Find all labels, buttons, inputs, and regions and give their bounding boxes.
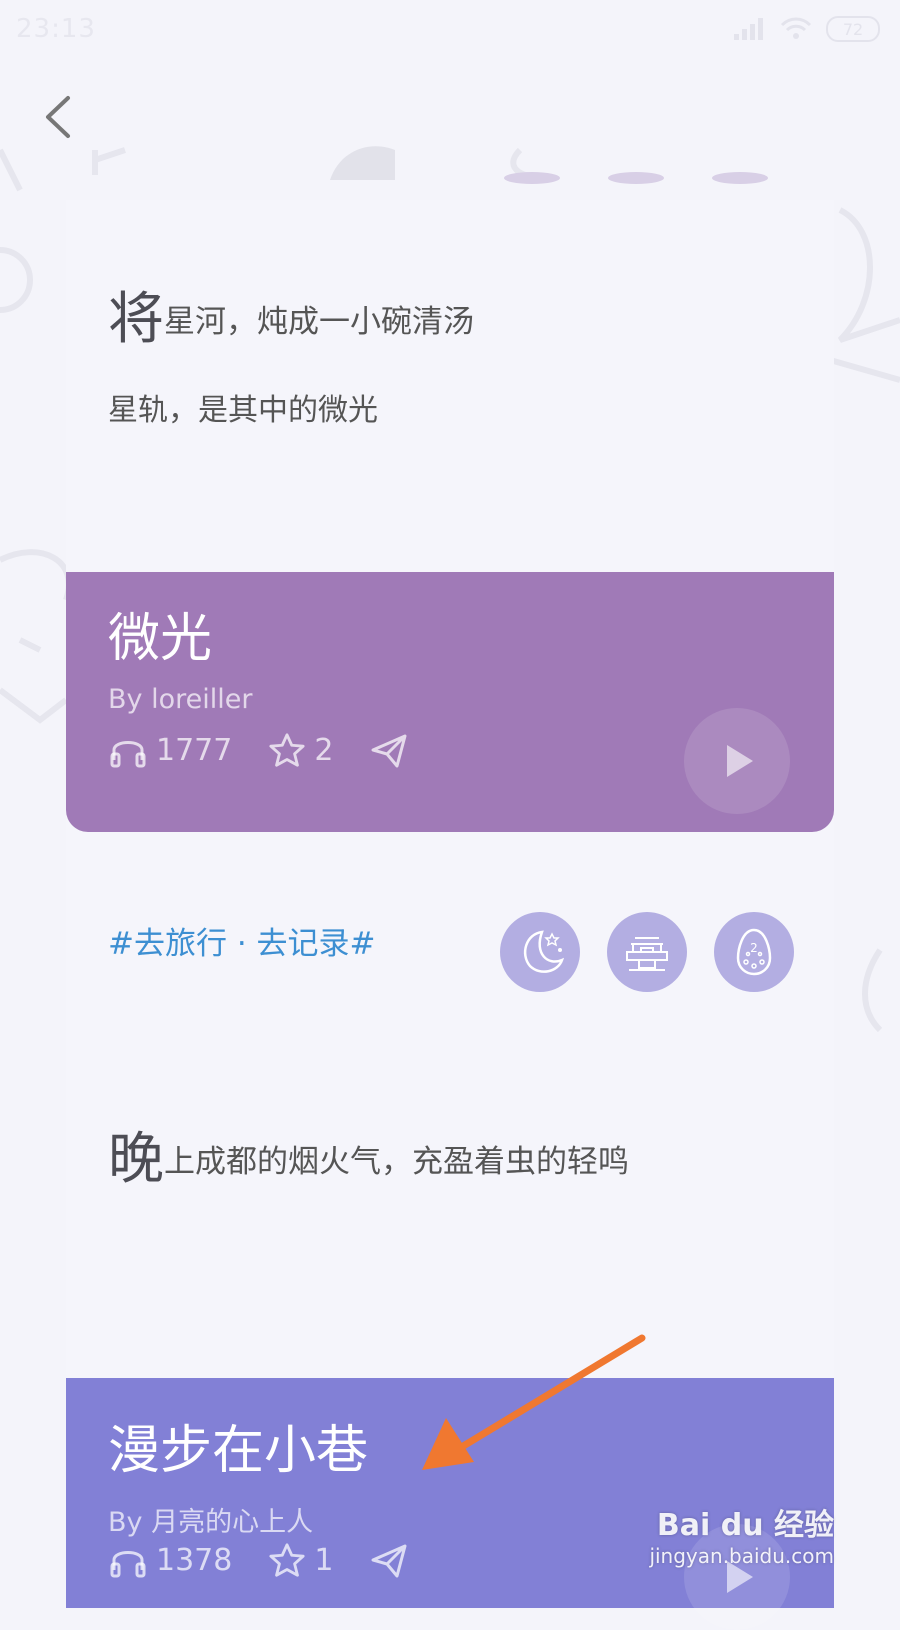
play-button[interactable] xyxy=(684,708,790,814)
track-stats: 1378 1 xyxy=(108,1540,409,1580)
headphones-icon xyxy=(110,1551,146,1578)
listen-count-value: 1777 xyxy=(156,732,233,768)
track-stats: 1777 2 xyxy=(108,730,409,770)
moon-stars-icon xyxy=(523,930,565,973)
egg-2-icon: 2 xyxy=(736,928,772,976)
verse-line-2: 晚上成都的烟火气，充盈着虫的轻鸣 xyxy=(108,1114,629,1195)
star-count[interactable]: 1 xyxy=(268,1541,333,1579)
badge-moon[interactable] xyxy=(500,912,580,992)
baidu-url: jingyan.baidu.com xyxy=(649,1544,834,1568)
building-icon xyxy=(626,937,668,971)
listen-count: 1777 xyxy=(108,730,232,770)
battery-indicator: 72 xyxy=(826,16,880,42)
topic-tag[interactable]: #去旅行 · 去记录# xyxy=(108,918,376,963)
baidu-logo: Bai du 经验 xyxy=(656,1508,834,1543)
listen-count: 1378 xyxy=(108,1540,232,1580)
track-author: By 月亮的心上人 xyxy=(108,1507,314,1538)
verse-rest: 星河，炖成一小碗清汤 xyxy=(164,304,474,340)
status-time: 23:13 xyxy=(16,14,96,44)
signal-icon xyxy=(734,18,763,40)
listen-count-value: 1378 xyxy=(156,1542,233,1578)
star-icon xyxy=(269,1543,305,1577)
chevron-left-icon xyxy=(46,96,70,138)
wifi-icon xyxy=(780,17,812,39)
star-count[interactable]: 2 xyxy=(268,731,333,769)
track-title: 漫步在小巷 xyxy=(108,1421,369,1481)
badge-egg[interactable]: 2 xyxy=(714,912,794,992)
egg-number: 2 xyxy=(750,941,758,955)
baidu-watermark: Bai du 经验 jingyan.baidu.com xyxy=(649,1500,834,1568)
track-title: 微光 xyxy=(108,609,213,669)
verse-first-char: 晚 xyxy=(108,1127,164,1192)
share-icon[interactable] xyxy=(369,1540,409,1580)
star-icon xyxy=(269,733,305,767)
badge-building[interactable] xyxy=(607,912,687,992)
star-count-value: 2 xyxy=(314,732,334,768)
track-card-2[interactable]: 漫步在小巷 By 月亮的心上人 1378 1 xyxy=(66,1378,834,1630)
status-bar: 23:13 72 xyxy=(0,0,900,64)
headphones-icon xyxy=(110,741,146,768)
track-author: By loreiller xyxy=(108,684,253,715)
status-icons: 72 xyxy=(734,16,880,42)
share-icon[interactable] xyxy=(369,730,409,770)
verse-rest: 上成都的烟火气，充盈着虫的轻鸣 xyxy=(164,1144,629,1180)
star-count-value: 1 xyxy=(314,1542,334,1578)
back-button[interactable] xyxy=(36,92,86,142)
track-card-1[interactable]: 微光 By loreiller 1777 2 xyxy=(66,572,834,832)
verse-line-1: 将星河，炖成一小碗清汤 xyxy=(108,274,474,355)
verse-sub-line: 星轨，是其中的微光 xyxy=(108,393,378,428)
verse-first-char: 将 xyxy=(108,287,164,352)
play-icon xyxy=(727,745,753,777)
